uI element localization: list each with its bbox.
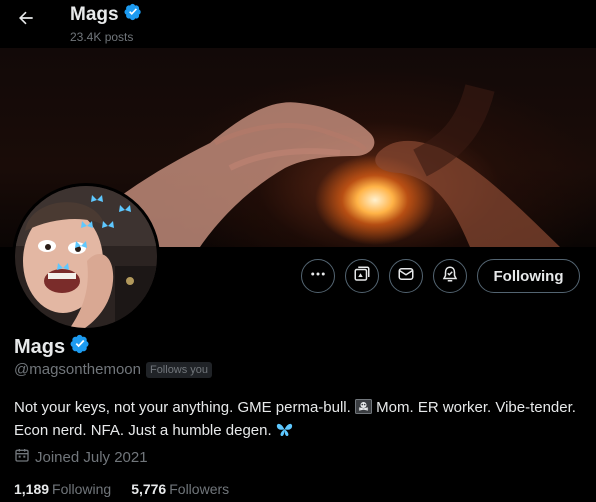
follow-stats: 1,189 Following 5,776 Followers [14,481,229,497]
butterfly-icon [276,422,293,443]
following-button[interactable]: Following [477,259,580,293]
bell-icon [441,265,459,288]
header-title-row: Mags [70,3,142,27]
display-name: Mags [14,335,66,358]
top-bar: Mags 23.4K posts [0,0,596,48]
profile-avatar[interactable] [12,183,160,331]
followers-count: 5,776 [131,481,167,497]
joined-row: Joined July 2021 [14,447,148,467]
back-button[interactable] [12,6,40,34]
following-count: 1,189 [14,481,50,497]
message-icon [397,265,415,288]
follows-you-badge: Follows you [145,361,213,378]
more-icon [309,265,327,288]
arrow-left-icon [16,8,36,33]
display-name-row: Mags [14,334,90,360]
message-button[interactable] [389,259,423,293]
followers-stat[interactable]: 5,776 Followers [131,481,229,497]
notify-button[interactable] [433,259,467,293]
more-button[interactable] [301,259,335,293]
verified-badge-icon[interactable] [70,334,90,360]
pirate-flag-icon [354,399,372,420]
header-title: Mags [70,4,119,25]
joined-date: Joined July 2021 [35,448,148,466]
handle-row: @magsonthemoon Follows you [14,361,213,378]
followers-label: Followers [169,481,230,497]
following-label: Following [52,481,112,497]
handle: @magsonthemoon [14,361,141,378]
following-stat[interactable]: 1,189 Following [14,481,111,497]
calendar-icon [14,447,30,467]
verified-badge-icon [124,3,142,27]
grok-button[interactable] [345,259,379,293]
bio-text-1: Not your keys, not your anything. GME pe… [14,399,355,416]
posts-count: 23.4K posts [70,30,134,44]
bio: Not your keys, not your anything. GME pe… [14,397,589,443]
grok-icon [353,265,371,288]
